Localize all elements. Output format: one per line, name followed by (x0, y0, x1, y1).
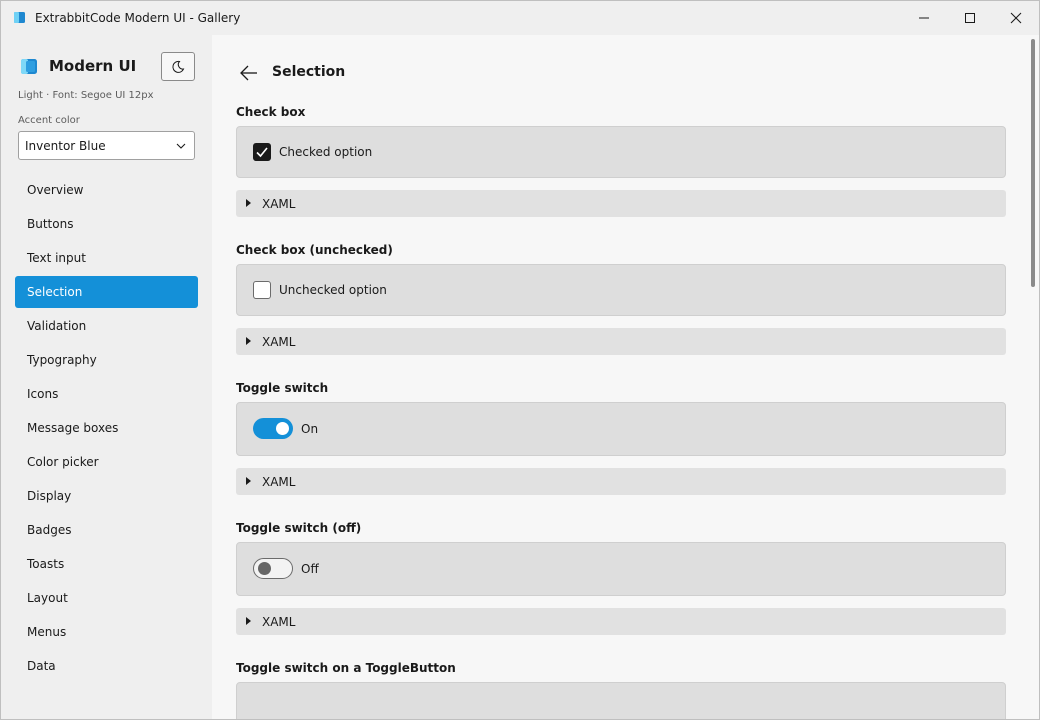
expand-triangle-icon (246, 337, 251, 345)
checkbox-label[interactable]: Checked option (279, 145, 372, 159)
sidebar-item-layout[interactable]: Layout (15, 582, 198, 614)
sidebar: Modern UI Light · Font: Segoe UI 12px Ac… (1, 35, 211, 719)
sidebar-item-label: Menus (27, 625, 67, 639)
sidebar-item-selection[interactable]: Selection (15, 276, 198, 308)
section-title: Toggle switch (off) (236, 521, 362, 535)
sidebar-item-label: Badges (27, 523, 72, 537)
sidebar-item-message-boxes[interactable]: Message boxes (15, 412, 198, 444)
sidebar-item-icons[interactable]: Icons (15, 378, 198, 410)
xaml-expander[interactable]: XAML (236, 608, 1006, 635)
toggle-switch-on[interactable] (253, 418, 293, 439)
content-area: Selection Check box Checked option XAML … (212, 35, 1039, 719)
sidebar-item-label: Toasts (27, 557, 65, 571)
scrollbar-thumb[interactable] (1031, 39, 1035, 287)
expand-triangle-icon (246, 477, 251, 485)
checkmark-icon (256, 147, 268, 158)
theme-toggle-button[interactable] (161, 52, 195, 81)
sidebar-item-badges[interactable]: Badges (15, 514, 198, 546)
brand-title: Modern UI (49, 57, 137, 75)
xaml-expander[interactable]: XAML (236, 328, 1006, 355)
sidebar-item-label: Selection (27, 285, 83, 299)
section-title: Toggle switch on a ToggleButton (236, 661, 456, 675)
chevron-down-icon (176, 143, 186, 149)
xaml-expander[interactable]: XAML (236, 190, 1006, 217)
close-button[interactable] (993, 1, 1039, 35)
demo-card: Unchecked option (236, 264, 1006, 316)
toggle-switch-off[interactable] (253, 558, 293, 579)
checkbox-label[interactable]: Unchecked option (279, 283, 387, 297)
accent-color-select[interactable]: Inventor Blue (18, 131, 195, 160)
sidebar-nav: Overview Buttons Text input Selection Va… (15, 174, 198, 684)
app-window: ExtrabbitCode Modern UI - Gallery Modern… (0, 0, 1040, 720)
sidebar-item-text-input[interactable]: Text input (15, 242, 198, 274)
demo-card: Checked option (236, 126, 1006, 178)
sidebar-item-toasts[interactable]: Toasts (15, 548, 198, 580)
sidebar-item-label: Layout (27, 591, 68, 605)
expand-triangle-icon (246, 617, 251, 625)
sidebar-item-label: Text input (27, 251, 86, 265)
xaml-expander-label: XAML (262, 615, 296, 629)
accent-color-label: Accent color (18, 115, 80, 126)
moon-icon (172, 60, 185, 73)
xaml-expander-label: XAML (262, 197, 296, 211)
app-icon (14, 12, 25, 23)
toggle-label: Off (301, 562, 319, 576)
minimize-button[interactable] (901, 1, 947, 35)
title-bar[interactable]: ExtrabbitCode Modern UI - Gallery (1, 1, 1039, 35)
sidebar-item-buttons[interactable]: Buttons (15, 208, 198, 240)
maximize-button[interactable] (947, 1, 993, 35)
sidebar-item-label: Buttons (27, 217, 74, 231)
sidebar-item-label: Typography (27, 353, 97, 367)
sidebar-item-label: Icons (27, 387, 59, 401)
minimize-icon (919, 17, 929, 19)
sidebar-item-typography[interactable]: Typography (15, 344, 198, 376)
accent-color-value: Inventor Blue (25, 138, 106, 153)
expand-triangle-icon (246, 199, 251, 207)
window-title: ExtrabbitCode Modern UI - Gallery (35, 11, 241, 25)
section-title: Toggle switch (236, 381, 329, 395)
maximize-icon (965, 13, 975, 23)
toggle-knob (276, 422, 289, 435)
close-icon (1010, 12, 1022, 24)
section-title: Check box (unchecked) (236, 243, 393, 257)
sidebar-item-label: Validation (27, 319, 87, 333)
demo-card: Off (236, 542, 1006, 596)
sidebar-item-label: Display (27, 489, 72, 503)
sidebar-item-label: Data (27, 659, 56, 673)
sidebar-item-label: Message boxes (27, 421, 119, 435)
sidebar-item-validation[interactable]: Validation (15, 310, 198, 342)
sidebar-item-overview[interactable]: Overview (15, 174, 198, 206)
checked-checkbox[interactable] (253, 143, 271, 161)
page-title: Selection (272, 64, 346, 80)
sidebar-item-color-picker[interactable]: Color picker (15, 446, 198, 478)
xaml-expander-label: XAML (262, 335, 296, 349)
toggle-knob (258, 562, 271, 575)
back-arrow-icon[interactable] (239, 63, 259, 83)
theme-info: Light · Font: Segoe UI 12px (18, 90, 154, 101)
toggle-label: On (301, 422, 319, 436)
xaml-expander-label: XAML (262, 475, 296, 489)
demo-card: On (236, 402, 1006, 456)
sidebar-item-label: Color picker (27, 455, 99, 469)
section-title: Check box (236, 105, 306, 119)
xaml-expander[interactable]: XAML (236, 468, 1006, 495)
sidebar-item-data[interactable]: Data (15, 650, 198, 682)
sidebar-item-display[interactable]: Display (15, 480, 198, 512)
unchecked-checkbox[interactable] (253, 281, 271, 299)
demo-card (236, 682, 1006, 719)
brand-logo-icon (21, 59, 37, 74)
sidebar-item-label: Overview (27, 183, 84, 197)
sidebar-item-menus[interactable]: Menus (15, 616, 198, 648)
